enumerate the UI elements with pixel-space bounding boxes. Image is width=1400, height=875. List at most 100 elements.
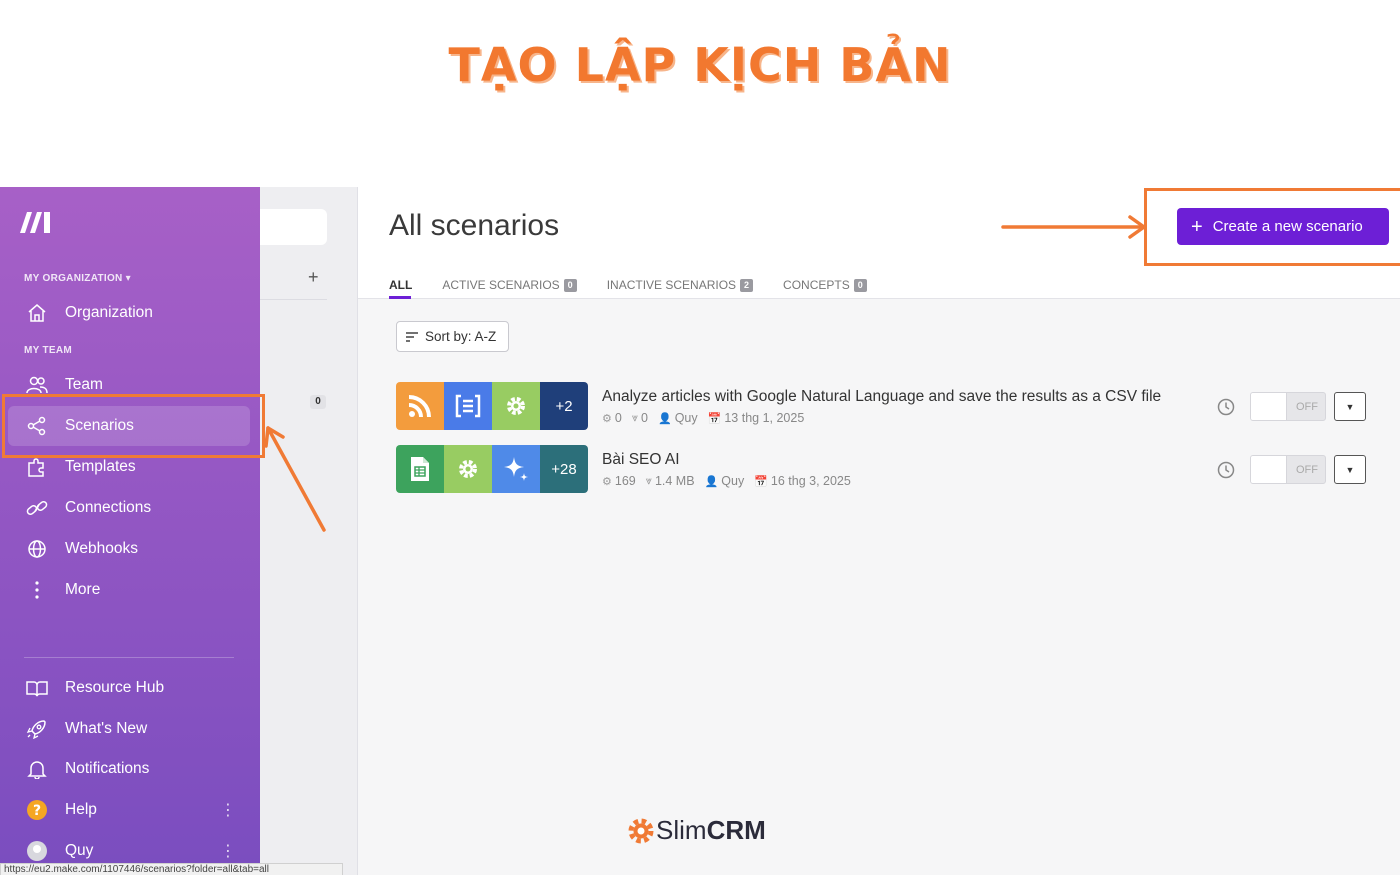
- scenario-toggle[interactable]: OFF: [1250, 392, 1326, 421]
- tab-label: CONCEPTS: [783, 278, 850, 292]
- module-tiles: +2: [396, 382, 588, 430]
- scenario-name[interactable]: Analyze articles with Google Natural Lan…: [602, 388, 1161, 406]
- tab-label: ALL: [389, 278, 413, 292]
- brand-text-bold: CRM: [706, 815, 766, 845]
- user-more-icon[interactable]: ⋮: [220, 841, 236, 861]
- tab-all[interactable]: ALL: [389, 271, 412, 299]
- tab-count-badge: 2: [740, 278, 754, 292]
- annotation-box-scenarios: [2, 394, 265, 458]
- sidebar-item-webhooks[interactable]: Webhooks: [8, 529, 250, 569]
- data-transfer-icon: ⩔: [631, 411, 639, 424]
- tab-inactive-scenarios[interactable]: INACTIVE SCENARIOS 2: [607, 271, 754, 299]
- brand-gear-icon: [628, 818, 654, 843]
- sidebar-item-whats-new[interactable]: What's New: [8, 709, 250, 749]
- tab-count-badge: 0: [563, 278, 577, 292]
- slimcrm-logo: Slim CRM: [626, 815, 766, 846]
- operations-count: 0: [614, 411, 622, 425]
- scenario-toggle[interactable]: OFF: [1250, 455, 1326, 484]
- sidebar-item-label: Notifications: [65, 760, 150, 777]
- sort-label: Sort by: A-Z: [425, 329, 497, 344]
- owner-icon: 👤: [658, 412, 672, 425]
- banner-title: TẠO LẬP KỊCH BẢN: [448, 38, 952, 92]
- sidebar: MY ORGANIZATION ▾ Organization MY TEAM T…: [0, 187, 260, 875]
- sidebar-item-label: Resource Hub: [65, 679, 165, 696]
- data-transfer-value: 0: [641, 411, 648, 425]
- avatar-icon: [22, 840, 52, 862]
- scenario-options-dropdown[interactable]: ▼: [1334, 455, 1366, 484]
- created-date: 16 thg 3, 2025: [770, 474, 851, 488]
- scenario-row[interactable]: +2 Analyze articles with Google Natural …: [396, 382, 1371, 432]
- toggle-knob: [1251, 393, 1287, 420]
- google-sheets-icon: [396, 445, 444, 493]
- tab-active-scenarios[interactable]: ACTIVE SCENARIOS 0: [442, 271, 577, 299]
- tab-concepts[interactable]: CONCEPTS 0: [783, 271, 867, 299]
- module-tiles: +28: [396, 445, 588, 493]
- more-modules-count: +2: [540, 382, 588, 430]
- sort-icon: [406, 331, 418, 342]
- my-organization-label[interactable]: MY ORGANIZATION ▾: [24, 273, 131, 284]
- add-folder-icon[interactable]: +: [308, 267, 319, 288]
- status-bar-url: https://eu2.make.com/1107446/scenarios?f…: [0, 863, 343, 875]
- sidebar-item-notifications[interactable]: Notifications: [8, 749, 250, 789]
- sidebar-item-organization[interactable]: Organization: [8, 293, 250, 333]
- scenario-tabs: ALL ACTIVE SCENARIOS 0 INACTIVE SCENARIOS…: [389, 271, 897, 299]
- scenario-meta: ⚙ 0 ⩔ 0 👤 Quy 📅 13 thg 1, 2025: [602, 411, 814, 425]
- scenario-name[interactable]: Bài SEO AI: [602, 451, 680, 469]
- help-more-icon[interactable]: ⋮: [220, 800, 236, 820]
- caret-down-icon: ▼: [1345, 464, 1355, 475]
- folders-panel: + 0: [260, 187, 358, 875]
- more-modules-count: +28: [540, 445, 588, 493]
- sidebar-item-label: More: [65, 581, 101, 598]
- schedule-clock-icon[interactable]: [1217, 461, 1235, 479]
- rocket-icon: [22, 718, 52, 740]
- puzzle-icon: [22, 456, 52, 478]
- sidebar-item-label: Quy: [65, 842, 94, 859]
- data-transfer-value: 1.4 MB: [654, 474, 695, 488]
- owner-name: Quy: [674, 411, 698, 425]
- schedule-clock-icon[interactable]: [1217, 398, 1235, 416]
- more-vertical-icon: [22, 579, 52, 601]
- toggle-state: OFF: [1296, 464, 1318, 476]
- home-icon: [22, 302, 52, 324]
- sidebar-item-label: Team: [65, 376, 103, 393]
- help-icon: ?: [22, 799, 52, 821]
- sidebar-item-resource-hub[interactable]: Resource Hub: [8, 668, 250, 708]
- gear-icon: [492, 382, 540, 430]
- page-title: All scenarios: [389, 209, 560, 242]
- sidebar-item-label: Organization: [65, 304, 153, 321]
- folder-search-input[interactable]: [260, 209, 327, 245]
- link-icon: [22, 497, 52, 519]
- sort-button[interactable]: Sort by: A-Z: [396, 321, 509, 352]
- brand-text-light: Slim: [656, 815, 707, 845]
- svg-text:?: ?: [33, 803, 41, 819]
- users-icon: [22, 374, 52, 396]
- created-date: 13 thg 1, 2025: [724, 411, 805, 425]
- owner-icon: 👤: [704, 475, 719, 488]
- sidebar-item-label: Webhooks: [65, 540, 138, 557]
- sidebar-divider: [24, 657, 234, 658]
- data-transfer-icon: ⩔: [645, 474, 652, 487]
- scenario-meta: ⚙ 169 ⩔ 1.4 MB 👤 Quy 📅 16 thg 3, 2025: [602, 474, 861, 488]
- main-content: All scenarios ALL ACTIVE SCENARIOS 0 INAC…: [358, 187, 1400, 875]
- caret-down-icon: ▼: [1345, 401, 1355, 412]
- scenario-row[interactable]: +28 Bài SEO AI ⚙ 169 ⩔ 1.4 MB 👤 Quy 📅 16 thg…: [396, 445, 1371, 495]
- gear-icon: [444, 445, 492, 493]
- sidebar-item-label: Connections: [65, 499, 152, 516]
- calendar-icon: 📅: [754, 475, 768, 488]
- sidebar-item-connections[interactable]: Connections: [8, 488, 250, 528]
- operations-count: 169: [614, 474, 636, 488]
- book-icon: [22, 677, 52, 699]
- sidebar-item-help[interactable]: ? Help ⋮: [8, 790, 250, 830]
- toggle-state: OFF: [1296, 401, 1318, 413]
- scenario-options-dropdown[interactable]: ▼: [1334, 392, 1366, 421]
- sidebar-item-more[interactable]: More: [8, 570, 250, 610]
- make-logo-icon[interactable]: [18, 209, 54, 235]
- annotation-box-create: [1144, 188, 1400, 266]
- globe-icon: [22, 538, 52, 560]
- toggle-knob: [1251, 456, 1287, 483]
- gemini-sparkle-icon: [492, 445, 540, 493]
- rss-icon: [396, 382, 444, 430]
- tab-label: ACTIVE SCENARIOS: [442, 278, 560, 292]
- folder-count-badge: 0: [310, 395, 326, 409]
- sidebar-item-label: Templates: [65, 458, 136, 475]
